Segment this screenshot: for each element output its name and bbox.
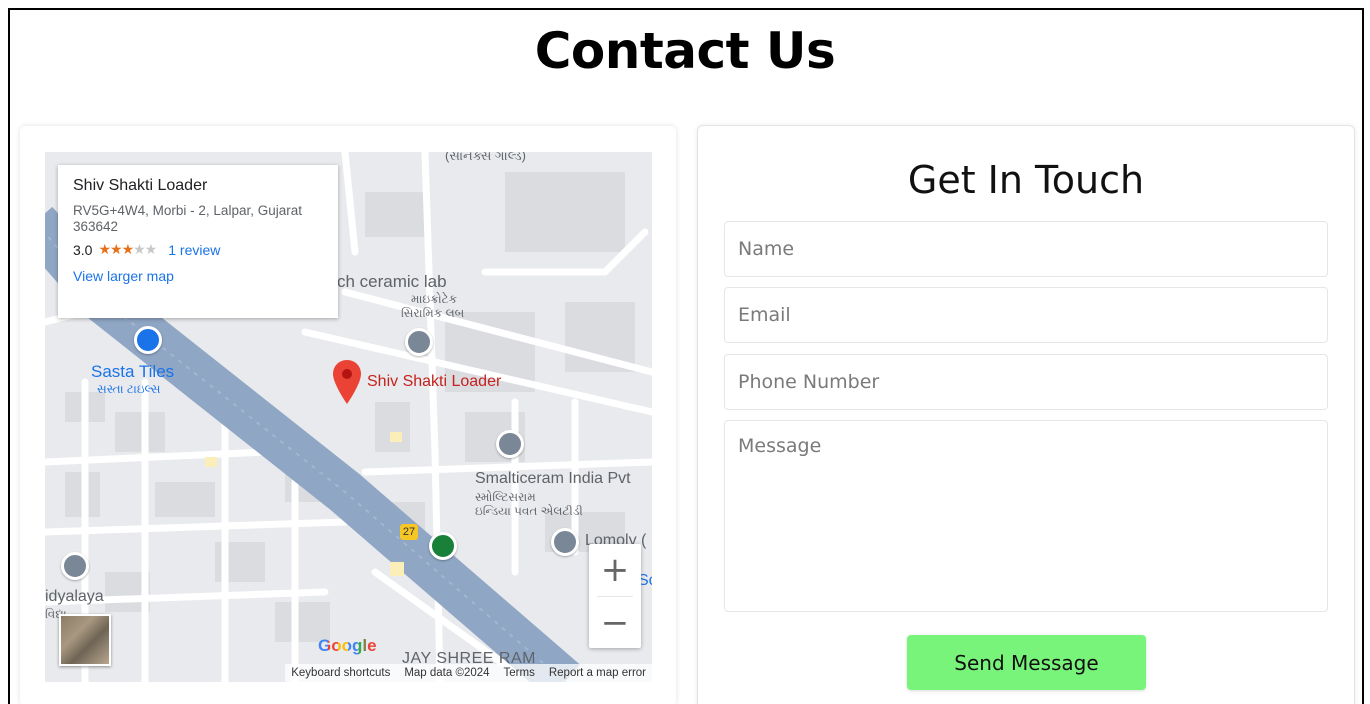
zoom-out-button[interactable]: − — [589, 597, 641, 649]
location-pin-icon[interactable] — [333, 360, 361, 404]
keyboard-shortcuts-link[interactable]: Keyboard shortcuts — [291, 667, 390, 679]
terms-link[interactable]: Terms — [504, 667, 535, 679]
map-label: સ્મોલ્ટિસરામ — [475, 490, 536, 504]
satellite-toggle-button[interactable] — [59, 614, 111, 666]
report-error-link[interactable]: Report a map error — [549, 667, 646, 679]
rating-row: 3.0 ★★★★★ 1 review — [73, 241, 323, 258]
map-label: માઇક્રોટેક — [411, 292, 458, 306]
contact-form-card — [697, 125, 1355, 704]
review-link[interactable]: 1 review — [168, 242, 220, 258]
message-textarea[interactable] — [724, 420, 1328, 612]
map-label: ઇન્ડિયા પવત એલટીડી — [475, 504, 583, 518]
map-label: સસ્તા ટાઇલ્સ — [97, 382, 161, 396]
poi-marker-icon[interactable] — [496, 430, 524, 458]
map-label: સિરામિક લબ — [401, 306, 465, 320]
phone-input[interactable] — [724, 354, 1328, 410]
place-name: Shiv Shakti Loader — [73, 177, 208, 194]
place-address: RV5G+4W4, Morbi - 2, Lalpar, Gujarat 363… — [73, 203, 302, 234]
stars-filled: ★★★ — [98, 241, 134, 257]
rating-value: 3.0 — [73, 241, 93, 258]
form-title: Get In Touch — [907, 158, 1145, 202]
email-input[interactable] — [724, 287, 1328, 343]
embedded-map[interactable]: 27 (સાનક્સ ગાલ્ડ) ch ceramic lab માઇક્રો… — [45, 152, 652, 682]
place-info-card: Shiv Shakti Loader RV5G+4W4, Morbi - 2, … — [58, 165, 338, 318]
map-label[interactable]: idyalaya — [45, 588, 104, 606]
google-logo: Google — [318, 636, 377, 656]
map-data-label: Map data ©2024 — [404, 667, 490, 679]
name-input[interactable] — [724, 221, 1328, 277]
map-label[interactable]: Smalticeram India Pvt — [475, 470, 631, 488]
shop-marker-icon[interactable] — [134, 326, 162, 354]
stars-empty: ★★ — [133, 241, 157, 257]
page-title-rest: Us — [749, 22, 836, 80]
road-number-badge: 27 — [400, 524, 418, 540]
poi-marker-icon[interactable] — [551, 528, 579, 556]
map-footer: Keyboard shortcuts Map data ©2024 Terms … — [285, 664, 652, 682]
google-logo-text: Google — [318, 636, 377, 655]
view-larger-map-link[interactable]: View larger map — [73, 268, 323, 284]
zoom-in-button[interactable]: + — [589, 544, 641, 596]
send-message-button[interactable]: Send Message — [907, 635, 1146, 690]
poi-marker-icon[interactable] — [405, 328, 433, 356]
park-marker-icon[interactable] — [429, 532, 457, 560]
map-label[interactable]: Sasta Tiles — [91, 362, 174, 382]
page-title-highlight: Contact — [534, 22, 750, 80]
zoom-control: + − — [589, 544, 641, 648]
map-label: (સાનક્સ ગાલ્ડ) — [445, 152, 526, 163]
school-marker-icon[interactable] — [61, 552, 89, 580]
map-label[interactable]: ch ceramic lab — [337, 272, 447, 292]
pin-label[interactable]: Shiv Shakti Loader — [367, 373, 501, 391]
page-title: Contact Us — [0, 22, 1370, 80]
star-rating-icon: ★★★★★ — [98, 241, 157, 258]
